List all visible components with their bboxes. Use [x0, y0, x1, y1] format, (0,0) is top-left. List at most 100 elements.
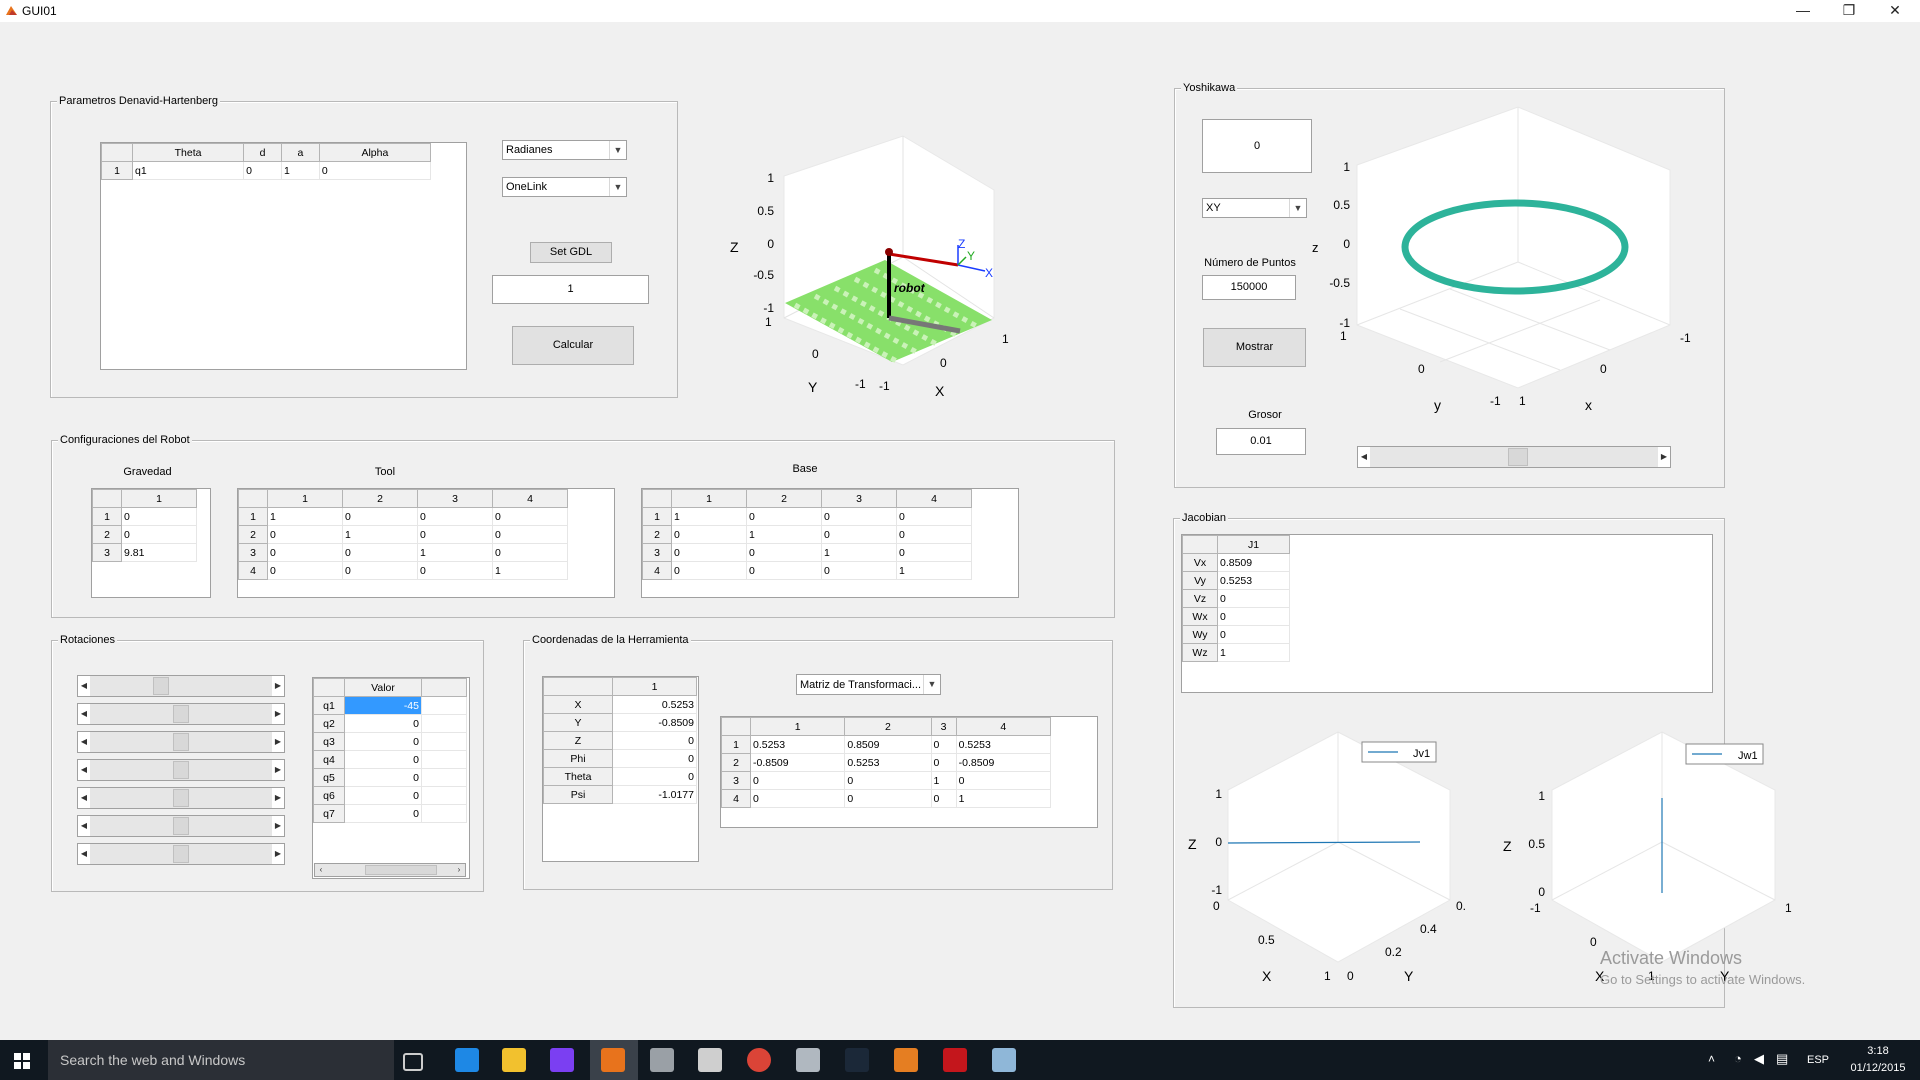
- clock-time[interactable]: 3:18: [1863, 1045, 1893, 1057]
- table-cell[interactable]: 0.8509: [1217, 553, 1290, 572]
- table-cell[interactable]: 0: [749, 771, 846, 790]
- table-cell[interactable]: 0: [844, 771, 932, 790]
- table-row[interactable]: 30010: [238, 543, 568, 562]
- table-cell[interactable]: 0: [342, 543, 418, 562]
- notification-icon[interactable]: ▤: [1776, 1051, 1788, 1067]
- table-row[interactable]: 40001: [642, 561, 972, 580]
- table-cell[interactable]: 1: [821, 543, 897, 562]
- table-row[interactable]: Vy 0.5253: [1182, 571, 1290, 590]
- table-cell[interactable]: 0: [930, 735, 957, 754]
- base-table[interactable]: 123411000201003001040001: [641, 488, 1019, 598]
- coords-table[interactable]: 1 X 0.5253 Y -0.8509 Z 0 Phi 0 Theta 0 Psi -1.0177: [542, 676, 699, 862]
- table-cell[interactable]: 0: [121, 507, 197, 526]
- windows-start-icon[interactable]: [14, 1053, 30, 1069]
- table-cell[interactable]: 0.5253: [1217, 571, 1290, 590]
- arrow-right-icon[interactable]: ▶: [272, 760, 284, 780]
- table-cell[interactable]: 0.5253: [749, 735, 846, 754]
- table-cell[interactable]: 1: [955, 789, 1052, 808]
- table-cell[interactable]: 0: [344, 768, 422, 787]
- arrow-right-icon[interactable]: ▶: [272, 676, 284, 696]
- table-cell[interactable]: 0: [344, 714, 422, 733]
- table-row[interactable]: 40001: [238, 561, 568, 580]
- table-cell[interactable]: 0: [671, 543, 747, 562]
- jacobian-table[interactable]: J1 Vx 0.8509 Vy 0.5253 Vz 0 Wx 0 Wy 0 Wz 1: [1181, 534, 1713, 693]
- slider-thumb[interactable]: [173, 761, 189, 779]
- arrow-left-icon[interactable]: ◀: [78, 732, 90, 752]
- table-cell[interactable]: 1: [671, 507, 747, 526]
- table-cell[interactable]: 0.5253: [612, 695, 697, 714]
- dh-cell[interactable]: 0: [243, 161, 282, 180]
- table-cell[interactable]: 0: [612, 749, 697, 768]
- table-cell[interactable]: 1: [267, 507, 343, 526]
- table-cell[interactable]: 0: [896, 525, 972, 544]
- rotation-slider-q6[interactable]: ◀ ▶: [77, 815, 285, 837]
- table-cell[interactable]: 0: [344, 750, 422, 769]
- dh-cell[interactable]: 0: [318, 161, 432, 180]
- table-cell[interactable]: 1: [930, 771, 957, 790]
- steam-icon[interactable]: [845, 1048, 869, 1072]
- plane-dropdown[interactable]: XY ▼: [1202, 198, 1307, 218]
- slider-thumb[interactable]: [153, 677, 169, 695]
- table-row[interactable]: 40001: [721, 789, 1052, 808]
- language-indicator[interactable]: ESP: [1807, 1054, 1829, 1066]
- table-row[interactable]: 3 9.81: [92, 543, 197, 562]
- task-view-icon[interactable]: [403, 1053, 423, 1071]
- table-row[interactable]: q4 0: [313, 750, 467, 769]
- table-cell[interactable]: -0.8509: [955, 753, 1052, 772]
- slider-thumb[interactable]: [173, 817, 189, 835]
- table-cell[interactable]: 1: [492, 561, 568, 580]
- table-row[interactable]: 11000: [642, 507, 972, 526]
- robot-3d-plot[interactable]: robot Z Y X 1 0.5 0 -0.5 -1 1 0 -1 -1 0 …: [720, 130, 1020, 405]
- close-button[interactable]: ✕: [1872, 0, 1918, 22]
- table-row[interactable]: 11000: [238, 507, 568, 526]
- arrow-right-icon[interactable]: ▶: [272, 732, 284, 752]
- arrow-left-icon[interactable]: ◀: [78, 676, 90, 696]
- table-cell[interactable]: 1: [342, 525, 418, 544]
- table-cell[interactable]: 0: [746, 561, 822, 580]
- table-cell[interactable]: 0.5253: [844, 753, 932, 772]
- volume-icon[interactable]: ◀: [1754, 1051, 1764, 1067]
- arrow-left-icon[interactable]: ◀: [78, 816, 90, 836]
- mostrar-button[interactable]: Mostrar: [1203, 328, 1306, 367]
- rotation-slider-q2[interactable]: ◀ ▶: [77, 703, 285, 725]
- table-row[interactable]: 30010: [721, 771, 1052, 790]
- table-row[interactable]: q1 -45: [313, 696, 467, 715]
- table-cell[interactable]: 0: [896, 507, 972, 526]
- table-cell[interactable]: 0: [671, 525, 747, 544]
- arrow-left-icon[interactable]: ◀: [78, 844, 90, 864]
- units-dropdown[interactable]: Radianes ▼: [502, 140, 627, 160]
- slider-thumb[interactable]: [173, 733, 189, 751]
- table-cell[interactable]: 1: [896, 561, 972, 580]
- yoshikawa-3d-plot[interactable]: 1 0.5 0 -0.5 -1 1 0 -1 1 0 -1 z y x: [1310, 100, 1700, 420]
- arrow-right-icon[interactable]: ▶: [272, 788, 284, 808]
- npoints-input[interactable]: 150000: [1202, 275, 1296, 300]
- matlab-icon[interactable]: [601, 1048, 625, 1072]
- table-cell[interactable]: 0: [344, 786, 422, 805]
- table-row[interactable]: 20100: [238, 525, 568, 544]
- table-row[interactable]: Theta 0: [543, 767, 697, 786]
- gdl-input[interactable]: 1: [492, 275, 649, 304]
- table-row[interactable]: Y -0.8509: [543, 713, 697, 732]
- chevron-up-icon[interactable]: ˄: [1708, 1052, 1715, 1066]
- app-icon[interactable]: [796, 1048, 820, 1072]
- table-cell[interactable]: -45: [344, 696, 422, 715]
- table-row[interactable]: Wx 0: [1182, 607, 1290, 626]
- table-cell[interactable]: 0: [492, 525, 568, 544]
- jv-3d-plot[interactable]: Jv1 1 0 -1 0 0.5 1 0 0.2 0.4 0.6 Z X Y: [1185, 730, 1465, 995]
- table-row[interactable]: 10: [92, 507, 197, 526]
- slider-thumb[interactable]: [1508, 448, 1528, 466]
- app-icon[interactable]: [550, 1048, 574, 1072]
- transform-matrix-table[interactable]: 1 2 3 4 1 0.5253 0.8509 0 0.5253 2 -0.8509 0.5253 0-…: [720, 716, 1098, 828]
- table-cell[interactable]: 1: [746, 525, 822, 544]
- table-cell[interactable]: 0: [267, 525, 343, 544]
- chrome-icon[interactable]: [747, 1048, 771, 1072]
- tool-table[interactable]: 123411000201003001040001: [237, 488, 615, 598]
- wifi-icon[interactable]: ◔: [1734, 1051, 1742, 1066]
- table-cell[interactable]: 0.8509: [844, 735, 932, 754]
- table-cell[interactable]: 0: [1217, 607, 1290, 626]
- table-cell[interactable]: -0.8509: [612, 713, 697, 732]
- table-cell[interactable]: 0: [417, 507, 493, 526]
- yoshikawa-value-field[interactable]: 0: [1202, 119, 1312, 173]
- rotaciones-table-scrollbar[interactable]: ‹ ›: [314, 863, 466, 877]
- table-row[interactable]: 1 0.5253 0.8509 0 0.5253: [721, 735, 1052, 754]
